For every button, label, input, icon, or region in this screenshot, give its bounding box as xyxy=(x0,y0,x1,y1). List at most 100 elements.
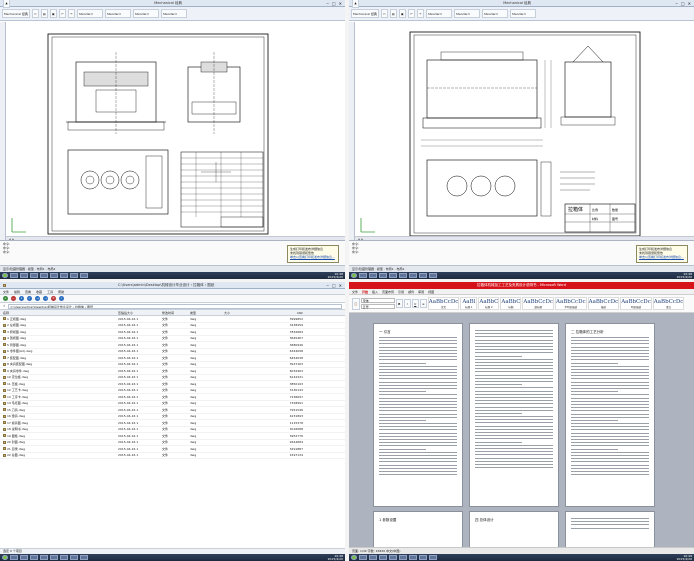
close-icon[interactable]: ✕ xyxy=(339,1,342,6)
col-modified[interactable]: 修改时间 xyxy=(162,311,190,315)
maximize-icon[interactable]: □ xyxy=(332,1,336,6)
taskbar-app-5[interactable] xyxy=(399,273,407,278)
taskbar-app-2[interactable] xyxy=(369,555,377,560)
page-1[interactable]: 一 引言 xyxy=(373,323,463,507)
taskbar-app-5[interactable] xyxy=(399,555,407,560)
redo-icon[interactable]: ↷ xyxy=(67,9,75,18)
underline-icon[interactable]: U xyxy=(411,299,419,308)
taskbar-app-2[interactable] xyxy=(369,273,377,278)
taskbar-app-5[interactable] xyxy=(50,555,58,560)
taskbar-app-4[interactable] xyxy=(389,273,397,278)
style-select-2[interactable]: Standard xyxy=(453,9,480,18)
clock[interactable]: 10:49 2015/4/20 xyxy=(677,554,692,561)
plot-notification[interactable]: 生成打印和发布详细信息 未找到错误和警告 单击以查看打印和发布详细信息... xyxy=(636,245,688,263)
style-preset[interactable]: AaBbCcDc 正文 xyxy=(427,297,460,310)
new-icon[interactable]: ▭ xyxy=(380,9,388,18)
taskbar-app-8[interactable] xyxy=(429,555,437,560)
paste-icon[interactable]: 📋 xyxy=(352,297,360,310)
page-2[interactable] xyxy=(469,323,559,507)
taskbar-app-3[interactable] xyxy=(30,273,38,278)
taskbar-app-3[interactable] xyxy=(379,273,387,278)
style-preset[interactable]: AaBbC 标题 2 xyxy=(478,297,500,310)
app-menu-button[interactable]: ▲ xyxy=(352,0,359,8)
taskbar-app-4[interactable] xyxy=(389,555,397,560)
taskbar-app-6[interactable] xyxy=(60,555,68,560)
minimize-icon[interactable]: ‒ xyxy=(326,1,329,6)
style-select-4[interactable]: Standard xyxy=(509,9,536,18)
address-input[interactable]: C:\Users\admin\Desktop\机械设计毕业设计 › 拉箱体 › … xyxy=(7,303,342,309)
workspace-select[interactable]: Mechanical 经典 xyxy=(2,9,30,18)
save-icon[interactable]: ▣ xyxy=(49,9,57,18)
style-preset[interactable]: AaBbCcDc 强调 xyxy=(587,297,620,310)
drawing-canvas[interactable]: 拉箱体 比例 数量 材料 图号 xyxy=(355,22,694,240)
page-6[interactable] xyxy=(565,511,655,551)
taskbar-app-3[interactable] xyxy=(30,555,38,560)
tab-insert[interactable]: 插入 xyxy=(372,290,378,294)
redo-icon[interactable]: ↷ xyxy=(416,9,424,18)
tab-mailings[interactable]: 邮件 xyxy=(408,290,414,294)
close-icon[interactable]: ✕ xyxy=(339,283,342,288)
document-area[interactable]: 一 引言 二 拉箱体的工艺分析 1 参数设置 四 总体设计 xyxy=(349,313,694,551)
delete-icon[interactable]: ✕ xyxy=(51,296,56,301)
page-5[interactable]: 四 总体设计 xyxy=(469,511,559,551)
start-button[interactable] xyxy=(351,555,357,560)
extract-icon[interactable]: ↓ xyxy=(19,296,24,301)
taskbar-app-8[interactable] xyxy=(429,273,437,278)
clock[interactable]: 10:48 2015/4/20 xyxy=(328,554,343,561)
col-type[interactable]: 类型 xyxy=(190,311,224,315)
clock[interactable]: 10:48 2015/4/20 xyxy=(328,272,343,279)
remove-icon[interactable]: − xyxy=(11,296,16,301)
taskbar-app-5[interactable] xyxy=(50,273,58,278)
taskbar-app-1[interactable] xyxy=(10,555,18,560)
style-preset[interactable]: AaBbC 标题 xyxy=(500,297,522,310)
tab-file[interactable]: 文件 xyxy=(352,290,358,294)
save-icon[interactable]: ▣ xyxy=(398,9,406,18)
taskbar-app-2[interactable] xyxy=(20,555,28,560)
menu-file[interactable]: 文件 xyxy=(3,290,9,294)
taskbar-app-8[interactable] xyxy=(80,555,88,560)
col-size[interactable]: 大小 xyxy=(224,311,266,315)
open-icon[interactable]: ▤ xyxy=(389,9,397,18)
font-name-select[interactable]: 宋体 xyxy=(360,297,395,303)
workspace-select[interactable]: Mechanical 经典 xyxy=(351,9,379,18)
tab-layout[interactable]: 页面布局 xyxy=(382,290,394,294)
menu-edit[interactable]: 编辑 xyxy=(14,290,20,294)
taskbar-app-3[interactable] xyxy=(379,555,387,560)
maximize-icon[interactable]: □ xyxy=(681,1,685,6)
col-crc[interactable]: CRC xyxy=(266,311,306,315)
undo-icon[interactable]: ↶ xyxy=(58,9,66,18)
style-select-3[interactable]: Standard xyxy=(481,9,508,18)
style-select-1[interactable]: Standard xyxy=(425,9,452,18)
file-row[interactable]: 22 总图.dwg 2015-04-16 1 文件 dwg 1597134 xyxy=(0,453,345,459)
style-preset[interactable]: AaBbCcDc 不明显强调 xyxy=(555,297,587,310)
copy-icon[interactable]: → xyxy=(35,296,40,301)
taskbar-app-6[interactable] xyxy=(409,273,417,278)
taskbar-app-4[interactable] xyxy=(40,555,48,560)
style-select-1[interactable]: Standard xyxy=(76,9,103,18)
style-select-3[interactable]: Standard xyxy=(132,9,159,18)
menu-help[interactable]: 帮助 xyxy=(58,290,64,294)
minimize-icon[interactable]: ‒ xyxy=(326,283,329,288)
tab-home[interactable]: 开始 xyxy=(362,290,368,294)
undo-icon[interactable]: ↶ xyxy=(407,9,415,18)
notification-link[interactable]: 单击以查看打印和发布详细信息... xyxy=(639,255,684,259)
taskbar-app-1[interactable] xyxy=(10,273,18,278)
menu-tools[interactable]: 工具 xyxy=(47,290,53,294)
taskbar-app-4[interactable] xyxy=(40,273,48,278)
taskbar-app-1[interactable] xyxy=(359,273,367,278)
info-icon[interactable]: i xyxy=(59,296,64,301)
taskbar-app-7[interactable] xyxy=(419,555,427,560)
close-icon[interactable]: ✕ xyxy=(688,1,691,6)
drawing-canvas[interactable] xyxy=(6,22,345,240)
taskbar-app-6[interactable] xyxy=(60,273,68,278)
style-select-2[interactable]: Standard xyxy=(104,9,131,18)
tab-references[interactable]: 引用 xyxy=(398,290,404,294)
test-icon[interactable]: ✓ xyxy=(27,296,32,301)
taskbar-app-2[interactable] xyxy=(20,273,28,278)
page-3[interactable]: 二 拉箱体的工艺分析 xyxy=(565,323,655,507)
taskbar-app-8[interactable] xyxy=(80,273,88,278)
taskbar-app-7[interactable] xyxy=(70,273,78,278)
bold-icon[interactable]: B xyxy=(395,299,403,308)
plot-notification[interactable]: 生成打印和发布详细信息 未找到错误和警告 单击以查看打印和发布详细信息... xyxy=(287,245,339,263)
style-preset[interactable]: AaBbCcDc 副标题 xyxy=(522,297,554,310)
